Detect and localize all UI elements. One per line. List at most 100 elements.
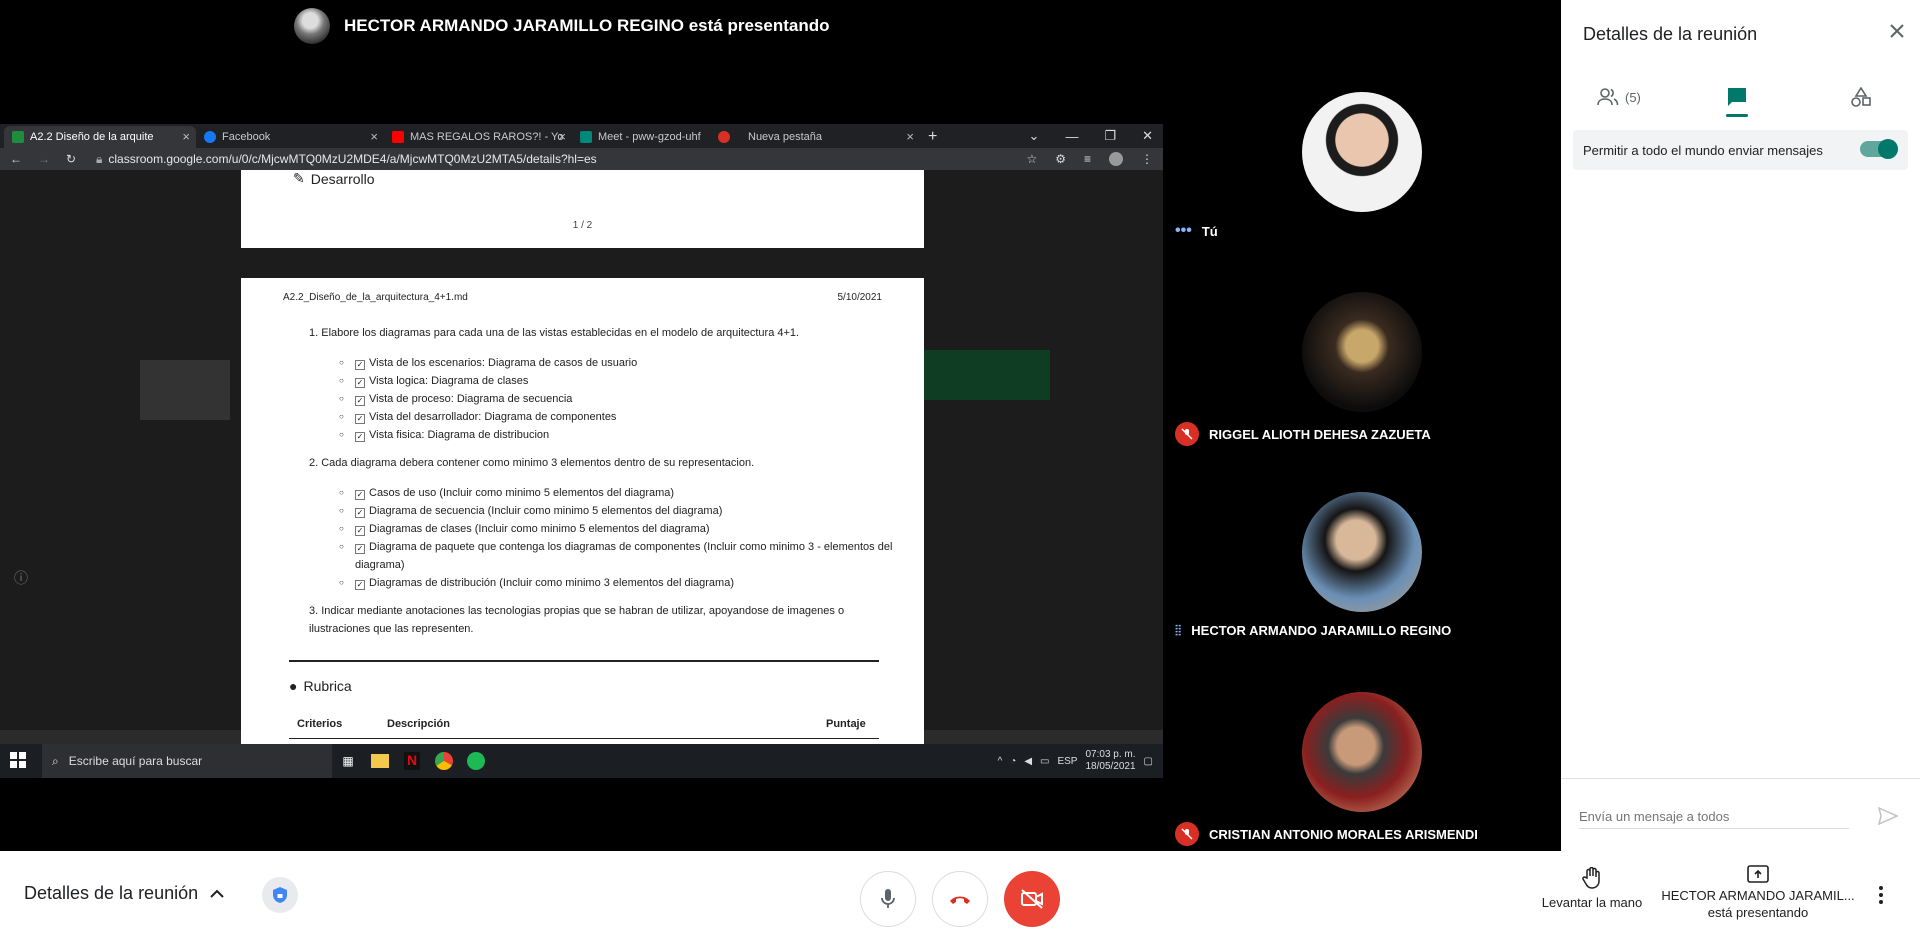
- chevron-up-icon[interactable]: ^: [998, 756, 1003, 767]
- doc-date: 5/10/2021: [837, 292, 883, 303]
- reading-list-icon[interactable]: ≡: [1084, 152, 1091, 166]
- participant-avatar: [1302, 492, 1422, 612]
- new-tab-button[interactable]: +: [920, 126, 945, 148]
- wifi-icon[interactable]: ◔: [1010, 756, 1016, 767]
- participant-tile[interactable]: RIGGEL ALIOTH DEHESA ZAZUETA: [1165, 292, 1561, 452]
- tab-activities[interactable]: [1851, 76, 1871, 118]
- send-icon[interactable]: [1878, 807, 1898, 825]
- language-indicator[interactable]: ESP: [1057, 756, 1077, 767]
- presenter-banner-text: HECTOR ARMANDO JARAMILLO REGINO está pre…: [344, 16, 830, 35]
- meet-window: HECTOR ARMANDO JARAMILLO REGINO está pre…: [0, 0, 1920, 942]
- checklist-item: ✓Diagrama de secuencia (Incluir como min…: [339, 502, 895, 520]
- checklist-item: ✓Diagrama de paquete que contenga los di…: [339, 538, 895, 574]
- submit-area: [920, 350, 1050, 400]
- message-input[interactable]: [1579, 809, 1849, 829]
- netflix-icon[interactable]: N: [396, 744, 428, 778]
- more-options-icon[interactable]: [1878, 885, 1884, 905]
- bookmark-star-icon[interactable]: ☆: [1026, 152, 1037, 166]
- chat-permission-row: Permitir a todo el mundo enviar mensajes: [1573, 130, 1908, 170]
- close-tab-icon[interactable]: ×: [558, 129, 566, 144]
- file-explorer-icon[interactable]: [364, 744, 396, 778]
- browser-tab-meet[interactable]: Meet - pww-gzod-uhf: [572, 126, 710, 148]
- extensions-icon[interactable]: ⚙︎: [1055, 152, 1066, 166]
- profile-avatar[interactable]: [1109, 152, 1123, 166]
- permission-toggle[interactable]: [1860, 139, 1898, 159]
- windows-start-icon[interactable]: [10, 752, 28, 770]
- browser-tab-facebook[interactable]: Facebook ×: [196, 126, 384, 148]
- active-tab-indicator: [1726, 114, 1748, 117]
- tab-label: Facebook: [222, 131, 271, 143]
- presenter-name: HECTOR ARMANDO JARAMIL...: [1661, 888, 1855, 903]
- close-tab-icon[interactable]: ×: [370, 129, 378, 144]
- facebook-icon: [204, 131, 216, 143]
- chrome-icon[interactable]: [428, 744, 460, 778]
- more-dots-icon: •••: [1175, 222, 1192, 239]
- participant-name: CRISTIAN ANTONIO MORALES ARISMENDI: [1175, 822, 1478, 846]
- speaking-indicator-icon: ⦙⦙: [1175, 622, 1182, 638]
- tab-search-icon[interactable]: ⌄: [1029, 128, 1040, 144]
- minimize-icon[interactable]: —: [1065, 129, 1078, 144]
- windows-taskbar: ⌕ Escribe aquí para buscar ▦ N ^ ◔ ◀︎ ▭ …: [0, 744, 1163, 778]
- browser-tab-classroom[interactable]: A2.2 Diseño de la arquite ×: [4, 126, 196, 148]
- presenter-avatar: [294, 8, 330, 44]
- record-icon: [718, 131, 730, 143]
- help-icon[interactable]: ⓘ: [14, 568, 28, 588]
- section-heading: ● Rubrica: [289, 678, 352, 694]
- pdf-page-2: A2.2_Diseño_de_la_arquitectura_4+1.md 5/…: [241, 278, 924, 748]
- close-icon[interactable]: [1888, 22, 1906, 40]
- spotify-icon[interactable]: [460, 744, 492, 778]
- browser-menu-icon[interactable]: ⋮: [1141, 152, 1153, 166]
- back-icon[interactable]: ←: [10, 152, 22, 166]
- heading-text: Desarrollo: [310, 170, 375, 187]
- participant-tile[interactable]: CRISTIAN ANTONIO MORALES ARISMENDI: [1165, 692, 1561, 852]
- clock[interactable]: 07:03 p. m. 18/05/2021: [1085, 749, 1135, 773]
- task-view-icon[interactable]: ▦: [332, 744, 364, 778]
- leave-call-button[interactable]: [932, 871, 988, 927]
- table-header: Puntaje: [826, 718, 866, 730]
- camera-toggle-button[interactable]: [1004, 871, 1060, 927]
- address-bar[interactable]: 🔒︎ classroom.google.com/u/0/c/MjcwMTQ0MzU…: [96, 152, 1026, 167]
- tab-label: Nueva pestaña: [748, 131, 822, 143]
- restore-icon[interactable]: ❐: [1104, 128, 1116, 144]
- pencil-icon: ✎: [293, 170, 305, 186]
- search-placeholder: Escribe aquí para buscar: [68, 754, 203, 768]
- participant-tile-self[interactable]: ••• Tú: [1165, 92, 1561, 252]
- panel-tabs: (5): [1561, 76, 1920, 118]
- browser-tab-youtube[interactable]: MAS REGALOS RAROS?! - Yo ×: [384, 126, 572, 148]
- divider: [289, 738, 879, 739]
- browser-tab-recording[interactable]: [710, 126, 740, 148]
- participant-tile[interactable]: ⦙⦙ HECTOR ARMANDO JARAMILLO REGINO: [1165, 492, 1561, 652]
- reload-icon[interactable]: ↻: [66, 152, 76, 166]
- volume-icon[interactable]: ◀︎: [1024, 756, 1032, 767]
- participant-name: ⦙⦙ HECTOR ARMANDO JARAMILLO REGINO: [1175, 622, 1452, 638]
- meeting-details-button[interactable]: Detalles de la reunión: [24, 883, 224, 904]
- checklist-item: ✓Vista de proceso: Diagrama de secuencia: [339, 390, 895, 408]
- close-tab-icon[interactable]: ×: [906, 129, 914, 144]
- table-header: Criterios: [297, 718, 343, 730]
- forward-icon[interactable]: →: [38, 152, 50, 166]
- shared-screen: A2.2 Diseño de la arquite × Facebook × M…: [0, 124, 1163, 778]
- classroom-icon: [12, 131, 24, 143]
- pdf-page-1: ✎ Desarrollo 1 / 2: [241, 170, 924, 248]
- chat-icon: [1726, 86, 1748, 108]
- tab-people[interactable]: (5): [1597, 76, 1641, 118]
- raise-hand-button[interactable]: Levantar la mano: [1532, 867, 1652, 910]
- close-tab-icon[interactable]: ×: [182, 129, 190, 144]
- search-icon: ⌕: [52, 753, 59, 768]
- clock-time: 07:03 p. m.: [1085, 749, 1136, 760]
- battery-icon[interactable]: ▭: [1040, 756, 1049, 767]
- microphone-button[interactable]: [860, 871, 916, 927]
- notifications-icon[interactable]: ▢: [1144, 756, 1153, 767]
- browser-tab-new[interactable]: Nueva pestaña ×: [740, 126, 920, 148]
- participant-name: ••• Tú: [1175, 222, 1218, 239]
- presenting-status-button[interactable]: HECTOR ARMANDO JARAMIL... está presentan…: [1660, 865, 1856, 921]
- participant-avatar: [1302, 292, 1422, 412]
- close-window-icon[interactable]: ✕: [1142, 128, 1153, 144]
- window-controls: ⌄ — ❐ ✕: [1029, 124, 1163, 148]
- tab-chat[interactable]: [1726, 76, 1748, 118]
- raise-hand-label: Levantar la mano: [1541, 895, 1643, 910]
- shapes-icon: [1851, 87, 1871, 107]
- taskbar-search[interactable]: ⌕ Escribe aquí para buscar: [42, 744, 332, 778]
- heading-text: Rubrica: [303, 678, 352, 694]
- host-controls-shield-icon[interactable]: [262, 877, 298, 913]
